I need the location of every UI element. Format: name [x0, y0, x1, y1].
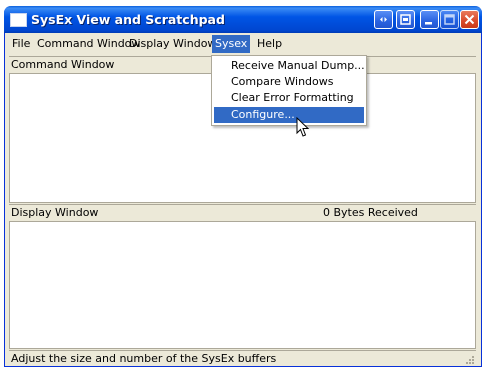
window-mini-icon	[400, 14, 411, 25]
display-pane-label: Display Window	[11, 206, 99, 219]
menu-item-clear-error-formatting[interactable]: Clear Error Formatting	[214, 90, 364, 106]
mouse-cursor-icon	[296, 117, 310, 137]
menu-help[interactable]: Help	[254, 35, 285, 53]
close-icon	[464, 14, 475, 25]
menu-display-window[interactable]: Display Window	[126, 35, 219, 53]
minimize-icon	[425, 22, 432, 25]
display-pane-header: Display Window 0 Bytes Received	[9, 204, 476, 220]
menu-bar: File Command Window Display Window Sysex…	[9, 35, 479, 53]
menu-sysex[interactable]: Sysex	[212, 35, 251, 53]
title-bar[interactable]: SysEx View and Scratchpad	[4, 6, 482, 33]
resize-grip-icon[interactable]	[464, 354, 474, 364]
maximize-button[interactable]	[440, 10, 459, 29]
menu-item-receive-manual-dump[interactable]: Receive Manual Dump...	[214, 58, 365, 74]
bytes-received-label: 0 Bytes Received	[323, 206, 418, 219]
minimize-button[interactable]	[420, 10, 439, 29]
pin-button[interactable]	[374, 10, 393, 29]
window-title: SysEx View and Scratchpad	[31, 12, 225, 27]
command-pane-label: Command Window	[11, 58, 115, 71]
status-text: Adjust the size and number of the SysEx …	[11, 352, 277, 365]
menu-item-configure[interactable]: Configure...	[214, 107, 364, 123]
arrows-icon	[380, 17, 387, 22]
menu-file[interactable]: File	[9, 35, 33, 53]
close-button[interactable]	[460, 10, 479, 29]
menu-item-compare-windows[interactable]: Compare Windows	[214, 74, 364, 90]
rollup-button[interactable]	[396, 10, 415, 29]
sysex-dropdown-menu: Receive Manual Dump... Compare Windows C…	[211, 55, 367, 126]
display-window-area[interactable]	[9, 221, 476, 349]
app-icon	[10, 13, 27, 27]
maximize-icon	[444, 14, 455, 25]
status-bar: Adjust the size and number of the SysEx …	[9, 350, 476, 365]
